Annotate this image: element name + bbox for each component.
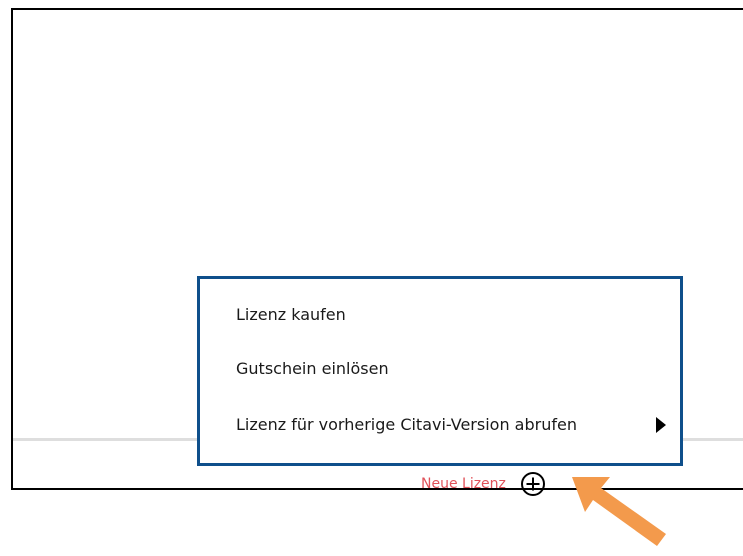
- new-license-label[interactable]: Neue Lizenz: [421, 476, 506, 492]
- menu-item-buy-license[interactable]: Lizenz kaufen: [236, 305, 346, 324]
- new-license-action[interactable]: Neue Lizenz: [421, 471, 546, 497]
- menu-item-previous-version-license[interactable]: Lizenz für vorherige Citavi-Version abru…: [236, 415, 577, 434]
- new-license-context-menu: Lizenz kaufen Gutschein einlösen Lizenz …: [197, 276, 683, 466]
- submenu-arrow-icon[interactable]: [656, 417, 666, 433]
- plus-circle-icon[interactable]: [520, 471, 546, 497]
- pointer-arrow-icon: [572, 477, 666, 546]
- menu-item-redeem-voucher[interactable]: Gutschein einlösen: [236, 359, 389, 378]
